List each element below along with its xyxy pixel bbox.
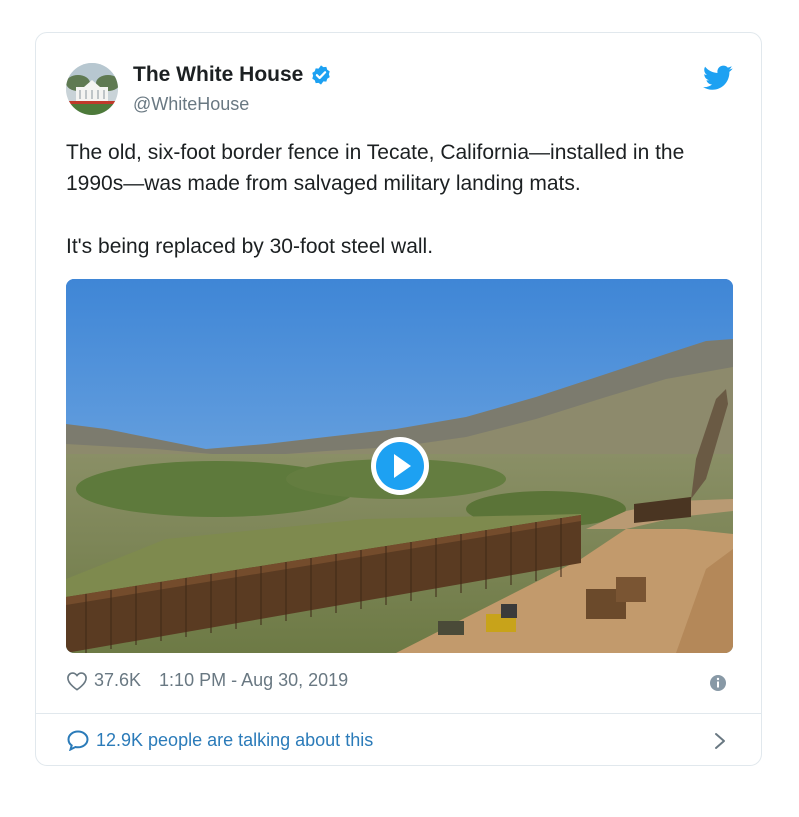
divider <box>36 713 761 714</box>
video-thumbnail[interactable] <box>66 279 733 653</box>
speech-bubble-icon <box>67 730 89 751</box>
conversation-label[interactable]: 12.9K people are talking about this <box>96 730 373 751</box>
conversation-link[interactable]: 12.9K people are talking about this <box>66 729 373 751</box>
info-icon[interactable] <box>709 674 727 692</box>
tweet-text: The old, six-foot border fence in Tecate… <box>66 137 736 262</box>
tweet-paragraph: The old, six-foot border fence in Tecate… <box>66 141 685 195</box>
tweet-timestamp[interactable]: 1:10 PM - Aug 30, 2019 <box>159 670 348 691</box>
avatar[interactable] <box>66 63 118 115</box>
verified-badge-icon <box>312 65 331 85</box>
twitter-bird-icon[interactable] <box>703 65 733 91</box>
tweet-meta: 37.6K 1:10 PM - Aug 30, 2019 <box>66 670 348 691</box>
tweet-card: The White House @WhiteHouse The old, six… <box>35 32 762 766</box>
author-row: The White House <box>133 63 332 87</box>
heart-icon[interactable] <box>66 671 88 691</box>
like-count[interactable]: 37.6K <box>94 670 141 691</box>
author-handle[interactable]: @WhiteHouse <box>133 94 249 115</box>
play-icon[interactable] <box>369 435 431 497</box>
white-house-avatar-image <box>66 63 118 115</box>
tweet-paragraph: It's being replaced by 30-foot steel wal… <box>66 235 434 258</box>
chevron-right-icon[interactable] <box>713 731 727 751</box>
author-name[interactable]: The White House <box>133 63 303 87</box>
